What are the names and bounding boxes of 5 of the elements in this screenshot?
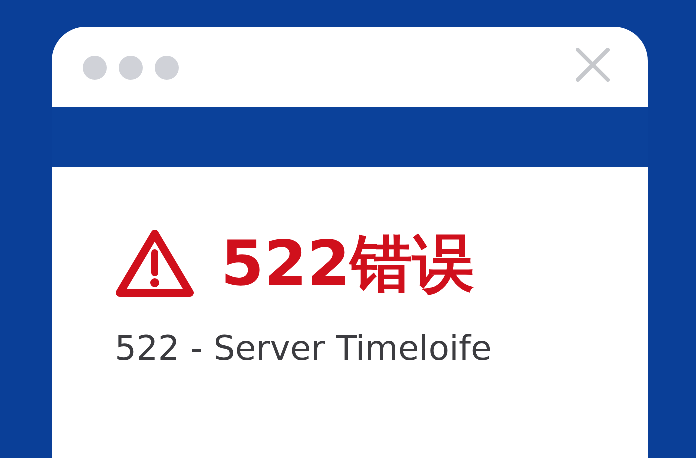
window-dots-icon (83, 54, 181, 82)
warning-icon (115, 229, 195, 299)
error-title: 522错误 (221, 230, 474, 298)
close-icon[interactable] (576, 48, 610, 82)
error-message: 522 - Server Timeloife (115, 329, 493, 370)
